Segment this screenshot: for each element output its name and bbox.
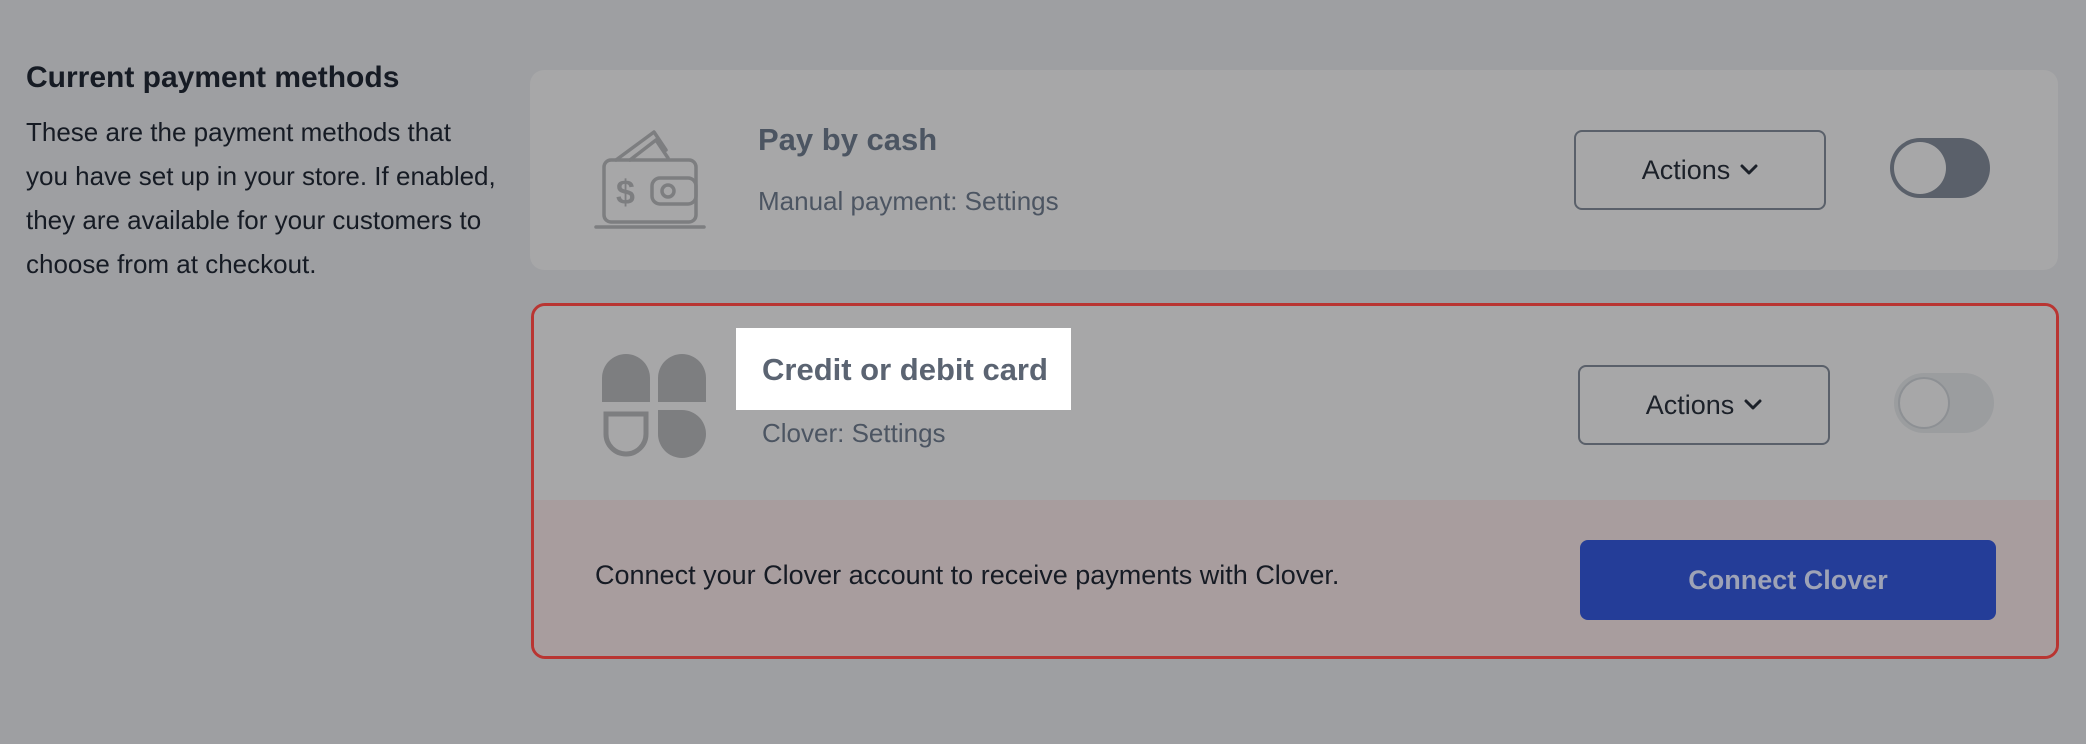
actions-button-label: Actions — [1645, 389, 1735, 420]
payment-method-title: Pay by cash — [758, 122, 938, 157]
payment-method-subtitle[interactable]: Clover: Settings — [762, 418, 946, 449]
wallet-cash-icon: $ — [594, 120, 706, 232]
actions-button-label: Actions — [1641, 154, 1731, 185]
section-intro: Current payment methods These are the pa… — [26, 58, 496, 286]
section-title: Current payment methods — [26, 61, 400, 94]
svg-text:$: $ — [616, 174, 635, 212]
connect-banner: Connect your Clover account to receive p… — [534, 500, 2056, 656]
payment-method-card-cash: $ Pay by cash Manual payment: Settings A… — [530, 70, 2058, 270]
actions-button[interactable]: Actions — [1578, 365, 1830, 445]
section-description: These are the payment methods that you h… — [26, 117, 496, 279]
payment-method-card-clover: Credit or debit card Clover: Settings Ac… — [531, 303, 2059, 659]
toggle-knob — [1898, 377, 1950, 429]
enable-toggle[interactable] — [1890, 138, 1990, 198]
payment-method-subtitle[interactable]: Manual payment: Settings — [758, 186, 1059, 217]
toggle-knob — [1894, 142, 1946, 194]
chevron-down-icon — [1744, 399, 1762, 410]
connect-clover-button[interactable]: Connect Clover — [1580, 540, 1996, 620]
clover-logo-icon — [598, 350, 710, 462]
card-header: Credit or debit card Clover: Settings Ac… — [534, 306, 2056, 500]
payment-method-title: Credit or debit card — [762, 352, 1048, 387]
connect-message: Connect your Clover account to receive p… — [595, 560, 1340, 590]
enable-toggle[interactable] — [1894, 373, 1994, 433]
actions-button[interactable]: Actions — [1574, 130, 1826, 210]
chevron-down-icon — [1740, 164, 1758, 175]
